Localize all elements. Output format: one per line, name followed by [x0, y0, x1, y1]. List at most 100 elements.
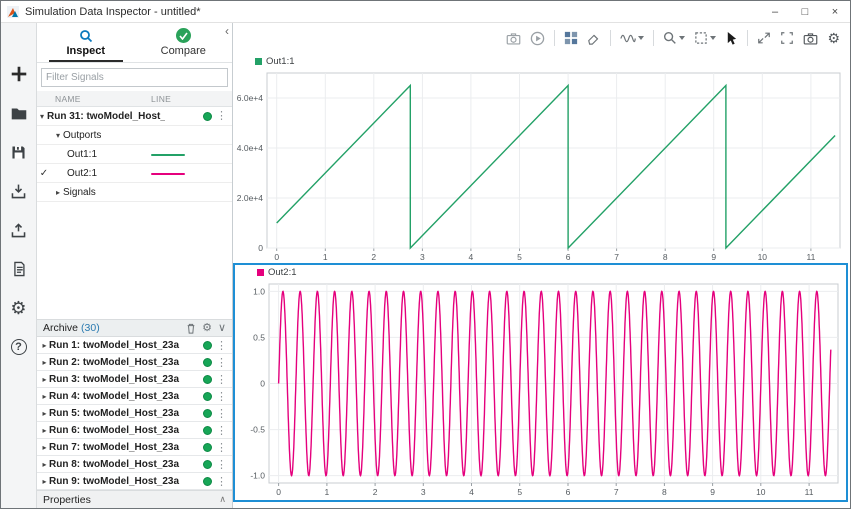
signals-row[interactable]: ▸ Signals: [37, 183, 232, 202]
archive-run-row[interactable]: ▸Run 5: twoModel_Host_23a⋮: [37, 405, 232, 422]
svg-text:9: 9: [711, 252, 716, 262]
export-button[interactable]: [7, 219, 31, 241]
svg-text:-1.0: -1.0: [250, 471, 265, 481]
archive-header[interactable]: Archive (30) ⚙ ∨: [37, 319, 232, 337]
expanded-triangle-icon[interactable]: ▾: [53, 131, 63, 140]
layout-grid-button[interactable]: [564, 31, 578, 45]
collapsed-triangle-icon[interactable]: ▸: [37, 426, 49, 435]
replay-button[interactable]: [530, 31, 545, 46]
collapsed-triangle-icon[interactable]: ▸: [37, 358, 49, 367]
out2-checkbox[interactable]: ✓: [37, 168, 51, 179]
out2-label: Out2:1: [51, 168, 97, 179]
collapsed-triangle-icon[interactable]: ▸: [37, 392, 49, 401]
archive-run-row[interactable]: ▸Run 4: twoModel_Host_23a⋮: [37, 388, 232, 405]
archive-run-row[interactable]: ▸Run 7: twoModel_Host_23a ⋮: [37, 439, 232, 456]
row-menu-icon[interactable]: ⋮: [216, 458, 227, 471]
signal-trace-button[interactable]: [620, 32, 644, 45]
expanded-triangle-icon[interactable]: ▾: [37, 112, 47, 121]
tab-inspect[interactable]: Inspect: [37, 23, 135, 62]
import-icon: [9, 182, 28, 201]
collapsed-triangle-icon[interactable]: ▸: [53, 188, 63, 197]
archive-run-row[interactable]: ▸Run 9: twoModel_Host_23a⋮: [37, 473, 232, 490]
row-menu-icon[interactable]: ⋮: [216, 441, 227, 454]
pointer-button[interactable]: [725, 31, 738, 46]
svg-text:8: 8: [663, 252, 668, 262]
title-bar: Simulation Data Inspector - untitled* – …: [1, 1, 850, 23]
toolbar-separator: [653, 30, 654, 46]
run-row[interactable]: ▾ Run 31: twoModel_Host_23a[Current] ⋮: [37, 107, 232, 126]
subplot-out1[interactable]: Out1:1 0123456789101102.0e+44.0e+46.0e+4: [233, 53, 848, 263]
collapsed-triangle-icon[interactable]: ▸: [37, 477, 49, 486]
row-menu-icon[interactable]: ⋮: [216, 339, 227, 352]
row-menu-icon[interactable]: ⋮: [216, 390, 227, 403]
expand-button[interactable]: [757, 31, 771, 45]
run-menu-icon[interactable]: ⋮: [216, 109, 227, 122]
fullscreen-button[interactable]: [780, 31, 794, 45]
archive-run-row[interactable]: ▸Run 6: twoModel_Host_23a⋮: [37, 422, 232, 439]
zoom-button[interactable]: [663, 31, 685, 45]
row-menu-icon[interactable]: ⋮: [216, 475, 227, 488]
signal-panel: Inspect Compare ‹ NAME LINE ▾ Run: [37, 23, 233, 508]
row-menu-icon[interactable]: ⋮: [216, 373, 227, 386]
archive-run-row[interactable]: ▸Run 2: twoModel_Host_23a⋮: [37, 354, 232, 371]
row-menu-icon[interactable]: ⋮: [216, 407, 227, 420]
close-button[interactable]: ×: [820, 1, 850, 22]
fit-to-view-button[interactable]: [694, 31, 716, 45]
plus-icon: [9, 64, 29, 84]
camera-button[interactable]: [803, 32, 818, 45]
run-dot: [203, 375, 212, 384]
collapsed-triangle-icon[interactable]: ▸: [37, 409, 49, 418]
filter-signals-input[interactable]: [41, 68, 228, 87]
signal-row-out1[interactable]: Out1:1: [37, 145, 232, 164]
collapsed-triangle-icon[interactable]: ▸: [37, 341, 49, 350]
gear-icon: ⚙: [10, 299, 26, 317]
help-button[interactable]: ?: [7, 336, 31, 358]
archive-gear-icon[interactable]: ⚙: [202, 323, 212, 334]
properties-bar[interactable]: Properties ∧: [37, 490, 232, 508]
svg-text:0: 0: [258, 243, 263, 253]
snapshot-button[interactable]: [506, 32, 521, 45]
svg-text:5: 5: [517, 252, 522, 262]
save-button[interactable]: [7, 141, 31, 163]
collapse-panel-icon[interactable]: ‹: [225, 25, 229, 37]
archive-tools: ⚙ ∨: [186, 323, 232, 334]
trash-icon[interactable]: [186, 323, 196, 334]
import-button[interactable]: [7, 180, 31, 202]
out2-plot-canvas[interactable]: 012345678910111.00.50-0.5-1.0: [235, 280, 846, 498]
row-menu-icon[interactable]: ⋮: [216, 356, 227, 369]
subplot-out2-selected[interactable]: Out2:1 012345678910111.00.50-0.5-1.0: [233, 263, 848, 502]
svg-text:0: 0: [274, 252, 279, 262]
collapsed-triangle-icon[interactable]: ▸: [37, 443, 49, 452]
signals-label: Signals: [63, 187, 96, 198]
add-button[interactable]: [7, 63, 31, 85]
archive-run-row[interactable]: ▸Run 1: twoModel_Host_23a⋮: [37, 337, 232, 354]
out1-plot-canvas[interactable]: 0123456789101102.0e+44.0e+46.0e+4: [233, 69, 848, 263]
svg-text:2: 2: [373, 487, 378, 497]
collapsed-triangle-icon[interactable]: ▸: [37, 375, 49, 384]
archive-run-row[interactable]: ▸Run 3: twoModel_Host_23a⋮: [37, 371, 232, 388]
left-toolbar: ⚙ ?: [1, 23, 37, 508]
dropdown-caret-icon: [638, 36, 644, 40]
dropdown-caret-icon: [679, 36, 685, 40]
fit-view-icon: [694, 31, 708, 45]
archive-run-label: Run 7: twoModel_Host_23a: [49, 442, 179, 453]
report-button[interactable]: [7, 258, 31, 280]
run-dot: [203, 409, 212, 418]
legend-label: Out2:1: [268, 267, 297, 278]
archive-run-row[interactable]: ▸Run 8: twoModel_Host_23a⋮: [37, 456, 232, 473]
row-menu-icon[interactable]: ⋮: [216, 424, 227, 437]
open-button[interactable]: [7, 102, 31, 124]
svg-text:1: 1: [325, 487, 330, 497]
tab-compare[interactable]: Compare: [135, 23, 233, 62]
svg-text:7: 7: [614, 252, 619, 262]
signal-row-out2[interactable]: ✓ Out2:1: [37, 164, 232, 183]
properties-expand-icon[interactable]: ∧: [219, 494, 226, 505]
archive-collapse-icon[interactable]: ∨: [218, 323, 226, 334]
outports-row[interactable]: ▾ Outports: [37, 126, 232, 145]
minimize-button[interactable]: –: [760, 1, 790, 22]
collapsed-triangle-icon[interactable]: ▸: [37, 460, 49, 469]
preferences-button[interactable]: ⚙: [7, 297, 31, 319]
plot-settings-button[interactable]: ⚙: [827, 31, 840, 45]
brush-button[interactable]: [587, 31, 601, 45]
maximize-button[interactable]: □: [790, 1, 820, 22]
